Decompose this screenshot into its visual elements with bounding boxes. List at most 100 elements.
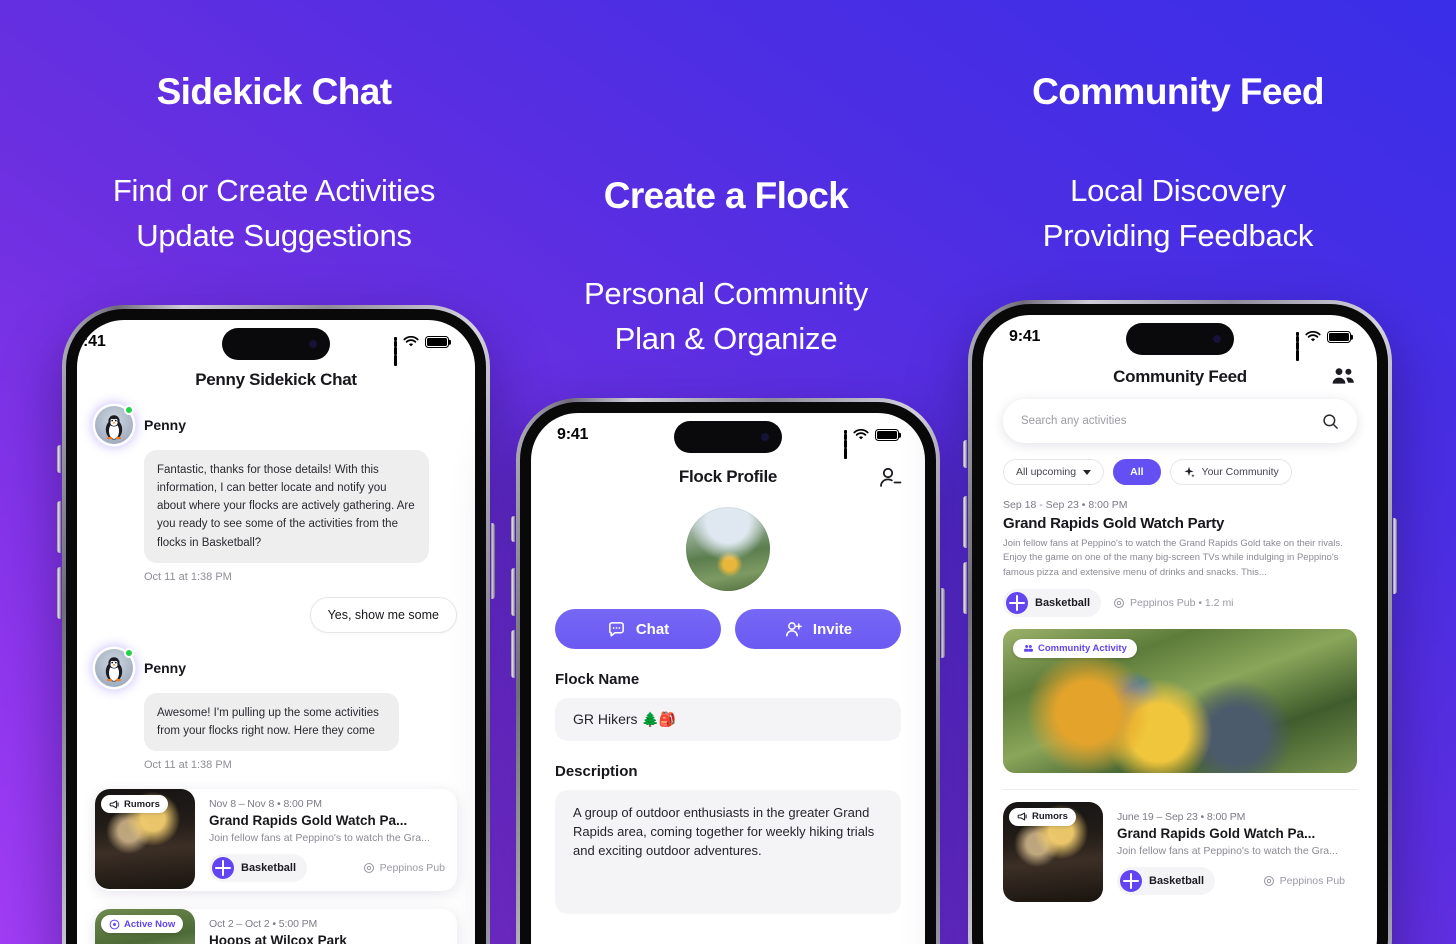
invite-button[interactable]: Invite [735,609,901,649]
status-bar: :41 [77,320,475,366]
chat-bubble-icon [607,620,626,639]
message-timestamp: Oct 11 at 1:38 PM [144,759,232,772]
headline-title: Sidekick Chat [156,71,392,112]
search-icon[interactable] [1322,413,1339,430]
activity-card[interactable]: Rumors Nov 8 – Nov 8 • 8:00 PM Grand Rap… [95,789,457,892]
flock-avatar[interactable] [686,507,770,591]
phone-power-button[interactable] [1393,518,1397,594]
chat-button[interactable]: Chat [555,609,721,649]
feed-location-label: Peppinos Pub [1279,874,1345,887]
feed-category-tag[interactable]: Basketball [1117,866,1216,895]
description-input[interactable]: A group of outdoor enthusiasts in the gr… [555,790,901,914]
basketball-icon [212,857,234,880]
activity-category-tag[interactable]: Basketball [209,854,308,883]
dynamic-island [674,421,782,453]
phone-screen: 9:41 Community Feed Search any activitie… [983,315,1377,944]
phone-volume-down-button[interactable] [963,562,967,614]
phone-bezel: :41 Penny Sidekick Chat Penny Fantastic,… [66,309,486,944]
people-group-icon[interactable] [1329,365,1357,389]
activity-thumbnail: Rumors [95,789,195,890]
filter-all[interactable]: All [1113,459,1161,485]
phone-mockup-sidekick-chat: :41 Penny Sidekick Chat Penny Fantastic,… [57,305,495,944]
feed-post-photo: Community Activity [1003,628,1357,773]
battery-icon [1327,331,1351,343]
feed-photo-badge-label: Community Activity [1038,642,1127,654]
person-remove-icon[interactable] [877,465,903,491]
screen-header: Flock Profile [531,457,925,499]
phone-volume-down-button[interactable] [511,630,515,678]
status-bar: 9:41 [531,413,925,459]
activity-badge: Rumors [101,795,168,814]
feed-post-badge: Rumors [1009,807,1076,826]
activity-thumbnail: Active Now [95,909,195,944]
phone-mute-switch[interactable] [963,440,967,468]
flock-name-input[interactable]: GR Hikers 🌲🎒 [555,698,901,741]
filter-bar: All upcoming All Your Community [983,443,1377,485]
basketball-icon [1006,591,1028,614]
activity-date: Oct 2 – Oct 2 • 5:00 PM [209,918,318,931]
feed-location: Peppinos Pub • 1.2 mi [1113,597,1234,609]
message-timestamp: Oct 11 at 1:38 PM [144,570,232,583]
phone-volume-up-button[interactable] [511,568,515,616]
feed-category-tag[interactable]: Basketball [1003,588,1102,617]
headline-create-a-flock: Create a Flock Personal Community Plan &… [500,175,952,362]
feed-location: Peppinos Pub [1263,875,1345,887]
filter-your-community[interactable]: Your Community [1169,459,1292,485]
cellular-bars-icon [1296,331,1299,361]
battery-icon [425,336,449,348]
activity-category-label: Basketball [241,862,297,875]
message-bubble: Awesome! I'm pulling up the some activit… [144,692,399,752]
status-time: 9:41 [1009,328,1041,345]
activity-date: Nov 8 – Nov 8 • 8:00 PM [209,798,322,811]
location-pin-icon [1113,597,1125,609]
search-placeholder: Search any activities [1021,415,1127,427]
feed-post-date: Sep 18 - Sep 23 • 8:00 PM [1003,499,1128,511]
activity-card[interactable]: Active Now Oct 2 – Oct 2 • 5:00 PM Hoops… [95,909,457,944]
feed-post[interactable]: Rumors June 19 – Sep 23 • 8:00 PM Grand … [1003,801,1357,904]
headline-subline-1: Local Discovery [1070,172,1286,208]
phone-mute-switch[interactable] [57,445,61,473]
dynamic-island [1126,323,1234,355]
phone-volume-up-button[interactable] [57,501,61,553]
activity-badge-label: Rumors [124,798,160,810]
phone-bezel: 9:41 Flock Profile Chat Invite Flock Nam… [520,402,936,944]
activity-badge-label: Active Now [124,918,176,930]
status-time: :41 [83,333,106,350]
search-input[interactable]: Search any activities [1003,399,1357,443]
quick-reply-button[interactable]: Yes, show me some [309,596,457,633]
chat-message-outgoing: Yes, show me some [95,596,457,633]
location-pin-icon [363,862,375,874]
headline-subline-1: Find or Create Activities [112,172,436,208]
feed-post-date: June 19 – Sep 23 • 8:00 PM [1117,810,1246,823]
phone-mute-switch[interactable] [511,516,515,542]
activity-title: Grand Rapids Gold Watch Pa... [209,813,408,829]
filter-label: Your Community [1201,466,1279,478]
feed-post-thumbnail: Rumors [1003,801,1103,902]
megaphone-icon [109,799,120,810]
description-label: Description [555,763,638,780]
phone-bezel: 9:41 Community Feed Search any activitie… [972,304,1388,944]
penguin-avatar [95,647,134,687]
phone-volume-down-button[interactable] [57,567,61,619]
location-pin-icon [1263,875,1275,887]
filter-label: All upcoming [1016,466,1077,478]
basketball-icon [1120,869,1142,892]
headline-sidekick-chat: Sidekick Chat Find or Create Activities … [48,71,500,259]
phone-mockup-community-feed: 9:41 Community Feed Search any activitie… [963,300,1397,944]
phone-screen: 9:41 Flock Profile Chat Invite Flock Nam… [531,413,925,944]
activity-badge: Active Now [101,915,184,934]
phone-power-button[interactable] [491,523,495,599]
page-title: Community Feed [1113,367,1247,386]
headline-title: Create a Flock [603,175,849,216]
feed-photo-badge: Community Activity [1013,638,1137,658]
dynamic-island [222,328,330,360]
headline-title: Community Feed [1032,71,1324,112]
chat-button-label: Chat [635,620,670,638]
person-add-icon [784,620,803,639]
phone-volume-up-button[interactable] [963,496,967,548]
feed-post[interactable]: Sep 18 - Sep 23 • 8:00 PM Grand Rapids G… [1003,499,1357,773]
phone-power-button[interactable] [941,588,945,658]
online-status-dot [124,405,134,415]
filter-label: All [1130,466,1144,478]
filter-all-upcoming[interactable]: All upcoming [1003,459,1105,485]
